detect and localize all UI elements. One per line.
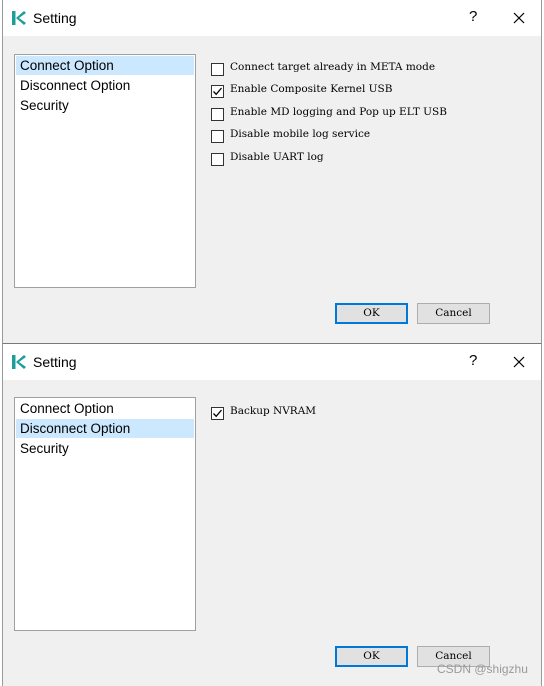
title-bar[interactable]: Setting ? [3, 344, 541, 380]
app-logo-icon [11, 354, 27, 370]
ok-button[interactable]: OK [335, 646, 408, 667]
dialog-title: Setting [33, 10, 77, 26]
ok-button[interactable]: OK [335, 303, 408, 324]
settings-dialog-disconnect: Setting ? Connect Option Disconnect Opti… [2, 344, 542, 686]
checkbox[interactable] [211, 152, 224, 166]
settings-dialog-connect: Setting ? Connect Option Disconnect Opti… [2, 0, 542, 344]
app-logo-icon [11, 10, 27, 26]
watermark: CSDN @shigzhu [437, 662, 528, 676]
checkbox[interactable] [211, 107, 224, 121]
checkbox[interactable] [211, 130, 224, 144]
checkbox[interactable] [211, 407, 224, 420]
list-item-security[interactable]: Security [16, 439, 194, 458]
list-item-disconnect-option[interactable]: Disconnect Option [16, 76, 194, 95]
option-label: Disable UART log [230, 150, 324, 163]
list-item-connect-option[interactable]: Connect Option [16, 56, 194, 75]
close-icon [513, 12, 525, 24]
help-button[interactable]: ? [469, 352, 477, 369]
close-button[interactable] [509, 8, 529, 28]
list-item-security[interactable]: Security [16, 96, 194, 115]
option-label: Enable Composite Kernel USB [230, 83, 393, 96]
category-list[interactable]: Connect Option Disconnect Option Securit… [14, 397, 196, 631]
dialog-title: Setting [33, 354, 77, 370]
list-item-connect-option[interactable]: Connect Option [16, 399, 194, 418]
category-list[interactable]: Connect Option Disconnect Option Securit… [14, 54, 196, 288]
check-icon [213, 409, 222, 418]
checkbox[interactable] [211, 85, 224, 99]
option-label: Backup NVRAM [230, 405, 317, 417]
option-label: Connect target already in META mode [230, 61, 436, 73]
list-item-disconnect-option[interactable]: Disconnect Option [16, 419, 194, 438]
option-label: Enable MD logging and Pop up ELT USB [230, 105, 447, 118]
option-label: Disable mobile log service [230, 128, 371, 141]
help-button[interactable]: ? [469, 8, 477, 25]
close-button[interactable] [509, 352, 529, 372]
check-icon [213, 87, 222, 96]
close-icon [513, 356, 525, 368]
checkbox[interactable] [211, 63, 224, 76]
cancel-button[interactable]: Cancel [417, 303, 490, 324]
title-bar[interactable]: Setting ? [3, 0, 541, 36]
